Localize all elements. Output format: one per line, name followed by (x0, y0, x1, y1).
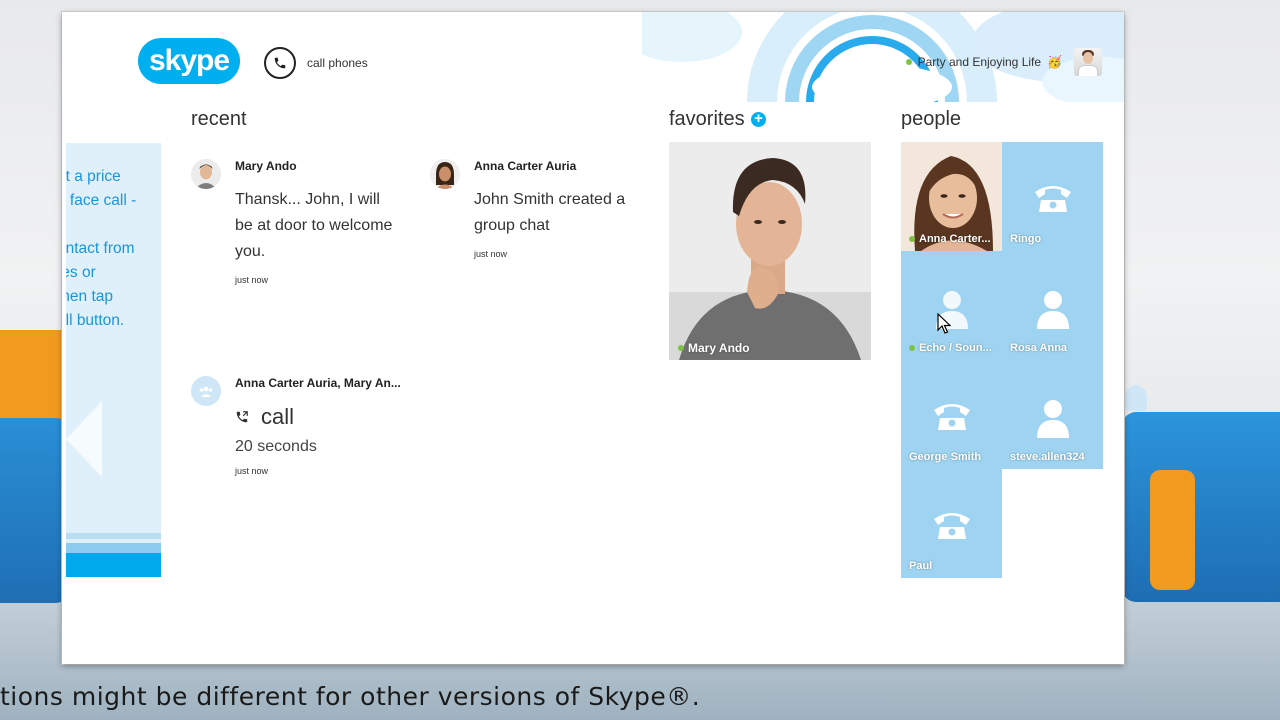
sofa-decoration (1122, 412, 1280, 602)
landline-phone-icon (932, 507, 972, 546)
welcome-hint-panel[interactable]: ut a price o face call - t. ontact from … (66, 143, 161, 577)
people-contact-tile[interactable]: Anna Carter... (901, 142, 1002, 251)
recent-call-item[interactable]: Anna Carter Auria, Mary An... call 20 se… (191, 376, 411, 486)
people-contact-tile[interactable]: steve.allen324 (1002, 360, 1103, 469)
user-status[interactable]: Party and Enjoying Life 🥳 (905, 48, 1102, 76)
sofa-decoration (1150, 470, 1195, 590)
scroll-left-arrow-icon[interactable] (66, 401, 102, 477)
people-contact-tile[interactable]: Paul (901, 469, 1002, 578)
mood-message: Party and Enjoying Life (917, 55, 1042, 69)
online-status-icon (905, 59, 912, 65)
lamp-decoration (1125, 385, 1147, 411)
hint-text: ut a price o face call - t. ontact from … (66, 168, 137, 329)
contact-label: Rosa Anna (1010, 342, 1068, 354)
contact-label: Paul (909, 560, 933, 572)
contact-label: Anna Carter... (909, 233, 991, 245)
skype-logo: skype (138, 38, 240, 84)
timestamp: just now (474, 249, 508, 259)
group-avatar-icon (191, 376, 221, 406)
favorite-contact-label: Mary Ando (678, 341, 750, 355)
call-phone-icon (235, 404, 249, 430)
contact-name: Mary Ando (235, 159, 297, 173)
landline-phone-icon (1033, 180, 1073, 219)
recent-conversation-item[interactable]: Mary Ando Thansk... John, I will be at d… (191, 159, 392, 289)
people-contact-tile[interactable]: Ringo (1002, 142, 1103, 251)
online-status-icon (909, 345, 915, 351)
contact-label: steve.allen324 (1010, 451, 1085, 463)
skype-app-window: skype call phones Party and Enjoying Lif… (62, 12, 1124, 664)
avatar (191, 159, 221, 189)
people-contact-tile[interactable]: Rosa Anna (1002, 251, 1103, 360)
sofa-decoration (0, 418, 70, 603)
phone-icon (264, 47, 296, 79)
online-status-icon (909, 236, 915, 242)
message-preview: John Smith created a group chat (474, 191, 626, 234)
landline-phone-icon (932, 398, 972, 437)
call-phones-label: call phones (307, 56, 368, 70)
call-phones-button[interactable]: call phones (264, 47, 368, 79)
people-heading: people (901, 108, 962, 130)
timestamp: just now (235, 275, 269, 285)
contact-label: Ringo (1010, 233, 1042, 245)
recent-heading: recent (191, 108, 247, 130)
message-preview: Thansk... John, I will be at door to wel… (235, 191, 393, 260)
mouse-cursor-icon (937, 312, 952, 340)
contact-name: Anna Carter Auria, Mary An... (235, 376, 401, 390)
call-duration: 20 seconds (235, 438, 317, 455)
call-entry: call (235, 404, 294, 430)
user-avatar[interactable] (1074, 48, 1102, 76)
favorites-heading: favorites (669, 108, 745, 130)
timestamp: just now (235, 466, 269, 476)
people-contact-tile[interactable]: Echo / Soun... (901, 251, 1002, 360)
video-caption: tions might be different for other versi… (0, 682, 701, 711)
people-contact-tile[interactable]: George Smith (901, 360, 1002, 469)
party-emoticon-icon: 🥳 (1047, 55, 1062, 69)
person-silhouette-icon (1035, 289, 1071, 334)
favorite-contact-tile[interactable]: Mary Ando (669, 142, 871, 360)
contact-name: Anna Carter Auria (474, 159, 577, 173)
avatar (430, 159, 460, 189)
person-silhouette-icon (1035, 398, 1071, 443)
add-favorite-icon[interactable]: + (751, 111, 766, 127)
contact-label: Echo / Soun... (909, 342, 992, 354)
contact-label: George Smith (909, 451, 982, 463)
contact-photo (669, 142, 871, 360)
recent-conversation-item[interactable]: Anna Carter Auria John Smith created a g… (430, 159, 640, 269)
online-status-icon (678, 345, 684, 351)
call-label: call (261, 404, 295, 429)
